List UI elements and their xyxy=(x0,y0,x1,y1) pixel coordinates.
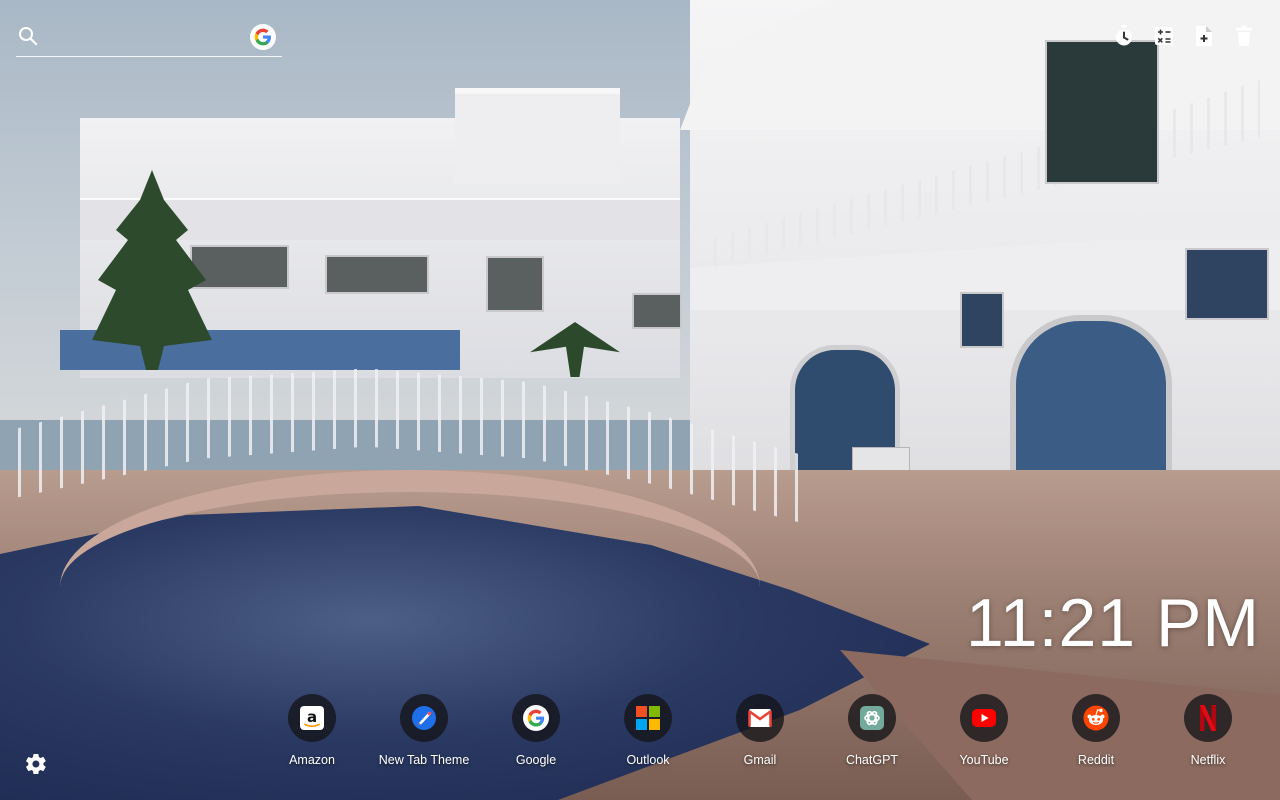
shortcut-youtube[interactable]: YouTube xyxy=(928,694,1040,767)
timer-button[interactable] xyxy=(1114,24,1134,48)
shortcut-label: Netflix xyxy=(1190,753,1226,767)
shortcut-amazon[interactable]: a Amazon xyxy=(256,694,368,767)
shortcut-gmail[interactable]: Gmail xyxy=(704,694,816,767)
wallpaper-window xyxy=(190,245,289,289)
wallpaper-window xyxy=(960,292,1004,348)
google-icon xyxy=(523,705,549,731)
shortcut-tile xyxy=(848,694,896,742)
delete-button[interactable] xyxy=(1234,24,1254,48)
youtube-icon xyxy=(972,709,996,727)
shortcut-label: Amazon xyxy=(289,753,335,767)
top-toolbar xyxy=(1114,24,1254,48)
shortcut-tile xyxy=(512,694,560,742)
shortcut-outlook[interactable]: Outlook xyxy=(592,694,704,767)
reddit-icon xyxy=(1083,705,1109,731)
shortcut-dock: a Amazon New Tab Theme Google Outlook Gm… xyxy=(256,694,1264,767)
shortcut-tile xyxy=(1072,694,1120,742)
svg-text:a: a xyxy=(307,708,317,726)
wallpaper-window xyxy=(325,255,429,294)
wallpaper-building-top xyxy=(455,88,620,184)
netflix-icon xyxy=(1200,705,1216,731)
shortcut-label: Gmail xyxy=(743,753,777,767)
wallpaper-background xyxy=(0,0,1280,800)
note-add-icon xyxy=(1196,26,1212,46)
google-search-button[interactable] xyxy=(250,24,276,50)
trash-icon xyxy=(1236,26,1252,46)
outlook-icon xyxy=(636,706,660,730)
gear-icon xyxy=(26,753,46,775)
wallpaper-window xyxy=(1045,40,1159,184)
clock-display: 11:21 PM xyxy=(965,585,1260,661)
search-bar xyxy=(16,22,282,57)
shortcut-tile xyxy=(400,694,448,742)
settings-button[interactable] xyxy=(24,752,48,776)
shortcut-netflix[interactable]: Netflix xyxy=(1152,694,1264,767)
shortcut-tile xyxy=(960,694,1008,742)
shortcut-label: New Tab Theme xyxy=(378,753,470,767)
calculator-icon xyxy=(1155,27,1173,45)
timer-icon xyxy=(1116,25,1132,46)
shortcut-tile: a xyxy=(288,694,336,742)
shortcut-tile xyxy=(736,694,784,742)
add-note-button[interactable] xyxy=(1194,24,1214,48)
calculator-button[interactable] xyxy=(1154,24,1174,48)
shortcut-label: Google xyxy=(515,753,557,767)
shortcut-chatgpt[interactable]: ChatGPT xyxy=(816,694,928,767)
new-tab-theme-icon xyxy=(412,706,436,730)
gmail-icon xyxy=(748,709,772,727)
google-icon xyxy=(254,28,271,46)
shortcut-label: YouTube xyxy=(959,753,1009,767)
wallpaper-window xyxy=(1185,248,1269,320)
search-input[interactable] xyxy=(46,22,250,52)
shortcut-google[interactable]: Google xyxy=(480,694,592,767)
shortcut-new-tab-theme[interactable]: New Tab Theme xyxy=(368,694,480,767)
shortcut-label: Outlook xyxy=(626,753,670,767)
wallpaper-window xyxy=(632,293,682,329)
wallpaper-window xyxy=(486,256,544,312)
shortcut-label: Reddit xyxy=(1077,753,1115,767)
shortcut-reddit[interactable]: Reddit xyxy=(1040,694,1152,767)
amazon-icon: a xyxy=(300,706,324,730)
shortcut-tile xyxy=(624,694,672,742)
chatgpt-icon xyxy=(860,706,884,730)
search-icon xyxy=(18,26,38,46)
shortcut-tile xyxy=(1184,694,1232,742)
shortcut-label: ChatGPT xyxy=(845,753,899,767)
